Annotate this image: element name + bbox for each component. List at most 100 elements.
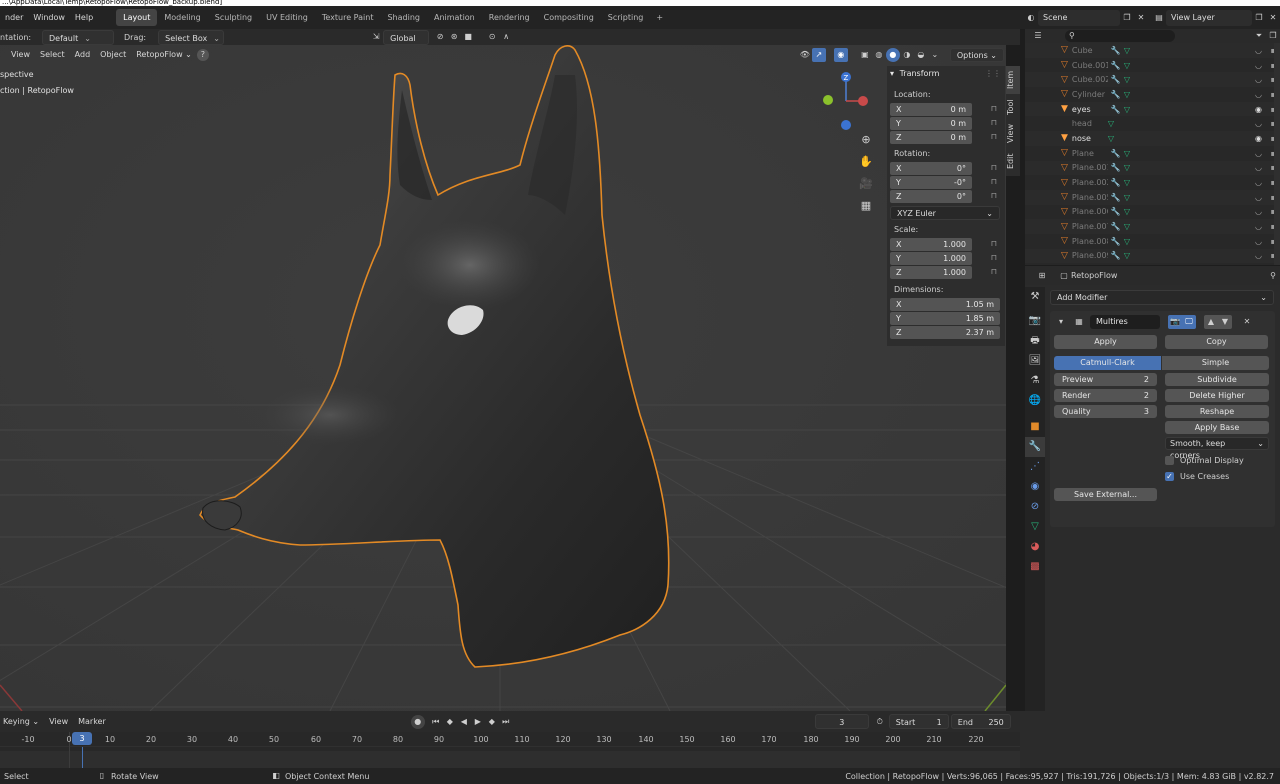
end-frame-field[interactable]: End 250 bbox=[950, 714, 1011, 729]
tab-edit[interactable]: Edit bbox=[1006, 148, 1020, 174]
view-menu[interactable]: View bbox=[6, 45, 35, 66]
outliner-row[interactable]: ▽Plane.007🔧▽◡▪ bbox=[1025, 219, 1280, 234]
outliner-row[interactable]: ▽Cube.001🔧▽◡▪ bbox=[1025, 58, 1280, 73]
remove-scene-icon[interactable]: ✕ bbox=[1134, 11, 1148, 25]
scale-x-field[interactable]: X 1.000 bbox=[890, 238, 972, 251]
outliner-row[interactable]: ▽Cylinder🔧▽◡▪ bbox=[1025, 87, 1280, 102]
snap-target-icon[interactable]: ■ bbox=[461, 30, 475, 44]
pin-icon[interactable]: ⚲ bbox=[1266, 269, 1280, 283]
play-icon[interactable]: ▶ bbox=[471, 715, 485, 729]
add-modifier-dropdown[interactable]: Add Modifier ⌄ bbox=[1050, 290, 1274, 305]
remove-view-layer-icon[interactable]: ✕ bbox=[1266, 11, 1280, 25]
outliner-row[interactable]: ▽Plane🔧▽◡▪ bbox=[1025, 146, 1280, 161]
copy-button[interactable]: Copy bbox=[1165, 335, 1268, 349]
preview-levels-field[interactable]: Preview 2 bbox=[1054, 373, 1157, 386]
tab-view[interactable]: View bbox=[1006, 120, 1020, 148]
visibility-icon[interactable]: 👁 bbox=[798, 48, 812, 62]
eye-hidden-icon[interactable]: ◡ bbox=[1255, 178, 1262, 187]
dimension-y-field[interactable]: Y 1.85 m bbox=[890, 312, 1000, 325]
lock-icon[interactable]: ⊓ bbox=[991, 104, 997, 113]
eye-hidden-icon[interactable]: ◡ bbox=[1255, 251, 1262, 260]
xray-icon[interactable]: ▣ bbox=[858, 48, 872, 62]
transform-panel-header[interactable]: ▾ Transform ⋮⋮ bbox=[887, 66, 1005, 82]
move-down-icon[interactable]: ▼ bbox=[1218, 315, 1232, 329]
scene-icon[interactable]: ◐ bbox=[1024, 11, 1038, 25]
output-properties-icon[interactable]: 🖶 bbox=[1025, 331, 1045, 351]
eye-hidden-icon[interactable]: ◡ bbox=[1255, 46, 1262, 55]
use-creases-checkbox[interactable]: ✓ bbox=[1165, 472, 1174, 481]
outliner-row[interactable]: ▽Plane.005🔧▽◡▪ bbox=[1025, 189, 1280, 205]
optimal-display-row[interactable]: Optimal Display bbox=[1165, 455, 1269, 467]
eye-hidden-icon[interactable]: ◡ bbox=[1255, 163, 1262, 172]
falloff-icon[interactable]: ∧ bbox=[499, 30, 513, 44]
tab-compositing[interactable]: Compositing bbox=[537, 9, 601, 26]
tab-sculpting[interactable]: Sculpting bbox=[208, 9, 259, 26]
snap-icon[interactable]: ⊛ bbox=[447, 30, 461, 44]
lock-icon[interactable]: ⊓ bbox=[991, 177, 997, 186]
gizmo-toggle-icon[interactable]: ↗ bbox=[811, 47, 826, 62]
new-view-layer-icon[interactable]: ❐ bbox=[1252, 11, 1266, 25]
outliner-row[interactable]: ▽Plane.001🔧▽◡▪ bbox=[1025, 160, 1280, 176]
outliner-row[interactable]: ▽Cube🔧▽◡▪ bbox=[1025, 43, 1280, 58]
retopoflow-menu[interactable]: RetopoFlow ⌄ bbox=[131, 45, 197, 66]
scale-z-field[interactable]: Z 1.000 bbox=[890, 266, 972, 279]
scene-selector[interactable]: Scene bbox=[1038, 9, 1120, 26]
menu-render[interactable]: nder bbox=[0, 6, 28, 29]
timeline-view-menu[interactable]: View bbox=[44, 710, 73, 733]
scale-y-field[interactable]: Y 1.000 bbox=[890, 252, 972, 265]
tab-rendering[interactable]: Rendering bbox=[482, 9, 537, 26]
new-scene-icon[interactable]: ❐ bbox=[1120, 11, 1134, 25]
wireframe-shading-icon[interactable]: ◍ bbox=[872, 48, 886, 62]
current-frame-field[interactable]: 3 bbox=[814, 714, 869, 729]
apply-button[interactable]: Apply bbox=[1054, 335, 1157, 349]
editor-type-icon[interactable]: ⊞ bbox=[1035, 269, 1049, 283]
tab-texture-paint[interactable]: Texture Paint bbox=[315, 9, 381, 26]
texture-properties-icon[interactable]: ▩ bbox=[1025, 557, 1045, 577]
eye-hidden-icon[interactable]: ◡ bbox=[1255, 237, 1262, 246]
outliner-row[interactable]: ▽Plane.009🔧▽◡▪ bbox=[1025, 248, 1280, 264]
solid-shading-icon[interactable]: ● bbox=[885, 47, 900, 62]
menu-window[interactable]: Window bbox=[28, 6, 70, 29]
marker-menu[interactable]: Marker bbox=[73, 710, 111, 733]
subdivide-button[interactable]: Subdivide bbox=[1165, 373, 1269, 386]
eye-icon[interactable]: ◉ bbox=[1255, 134, 1262, 143]
tab-item[interactable]: Item bbox=[1006, 66, 1020, 94]
data-properties-icon[interactable]: ▽ bbox=[1025, 517, 1045, 537]
lock-icon[interactable]: ⊓ bbox=[991, 132, 997, 141]
tab-uv-editing[interactable]: UV Editing bbox=[259, 9, 315, 26]
zoom-icon[interactable]: ⊕ bbox=[859, 133, 873, 147]
shading-options-icon[interactable]: ⌄ bbox=[928, 48, 942, 62]
render-properties-icon[interactable]: 📷 bbox=[1025, 311, 1045, 331]
uv-smooth-dropdown[interactable]: Smooth, keep corners ⌄ bbox=[1165, 437, 1269, 460]
start-frame-field[interactable]: Start 1 bbox=[888, 714, 949, 729]
lock-icon[interactable]: ⊓ bbox=[991, 163, 997, 172]
lock-icon[interactable]: ⊓ bbox=[991, 118, 997, 127]
eye-hidden-icon[interactable]: ◡ bbox=[1255, 222, 1262, 231]
physics-properties-icon[interactable]: ◉ bbox=[1025, 477, 1045, 497]
outliner-scrollbar[interactable] bbox=[1274, 43, 1280, 265]
location-y-field[interactable]: Y 0 m bbox=[890, 117, 972, 130]
eye-hidden-icon[interactable]: ◡ bbox=[1255, 119, 1262, 128]
keying-menu[interactable]: Keying ⌄ bbox=[0, 710, 44, 733]
rotation-z-field[interactable]: Z 0° bbox=[890, 190, 972, 203]
new-collection-icon[interactable]: ❐ bbox=[1266, 29, 1280, 43]
options-dropdown[interactable]: Options ⌄ bbox=[949, 47, 1004, 62]
tool-properties-icon[interactable]: ⚒ bbox=[1025, 287, 1045, 307]
material-properties-icon[interactable]: ◕ bbox=[1025, 537, 1045, 557]
tab-tool[interactable]: Tool bbox=[1006, 94, 1020, 120]
view-layer-icon[interactable]: ▤ bbox=[1152, 11, 1166, 25]
use-creases-row[interactable]: ✓ Use Creases bbox=[1165, 471, 1269, 483]
menu-help[interactable]: Help bbox=[70, 6, 98, 29]
3d-viewport[interactable]: View Select Add Object RetopoFlow ⌄ ? 👁 … bbox=[0, 45, 1006, 711]
delete-higher-button[interactable]: Delete Higher bbox=[1165, 389, 1269, 402]
scene-properties-icon[interactable]: ⚗ bbox=[1025, 371, 1045, 391]
apply-base-button[interactable]: Apply Base bbox=[1165, 421, 1269, 434]
render-toggle-icon[interactable]: 📷 bbox=[1168, 315, 1182, 329]
optimal-display-checkbox[interactable] bbox=[1165, 456, 1174, 465]
rotation-mode-dropdown[interactable]: XYZ Euler ⌄ bbox=[890, 206, 1000, 220]
navigation-gizmo[interactable]: Z bbox=[820, 69, 876, 137]
outliner-row[interactable]: ▽Cube.002🔧▽◡▪ bbox=[1025, 72, 1280, 88]
particles-properties-icon[interactable]: ⋰ bbox=[1025, 457, 1045, 477]
view-layer-properties-icon[interactable]: 🖼 bbox=[1025, 351, 1045, 371]
next-keyframe-icon[interactable]: ◆ bbox=[485, 715, 499, 729]
